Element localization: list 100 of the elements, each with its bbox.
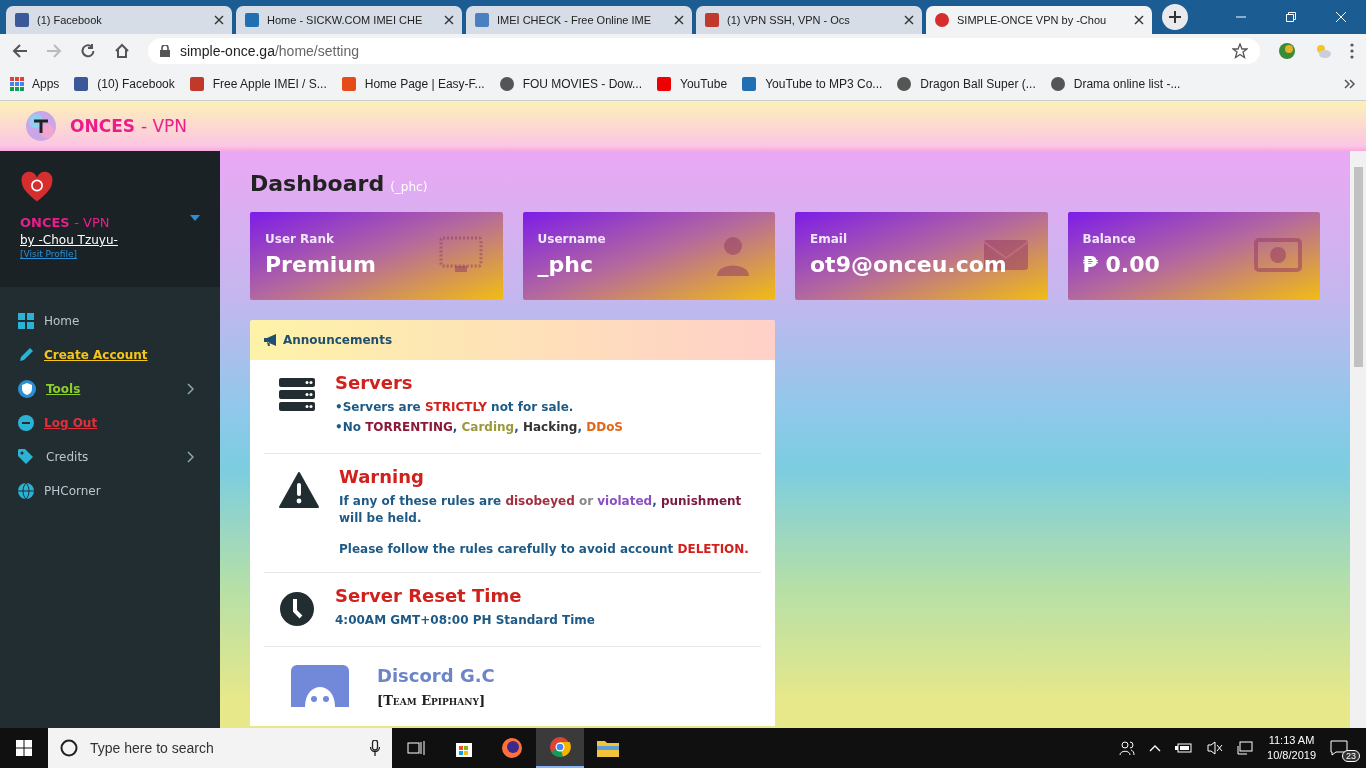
announcement-text: 4:00AM GMT+08:00 PH Standard Time [335, 612, 595, 629]
stat-label: User Rank [265, 232, 334, 246]
back-arrow-icon[interactable] [12, 43, 28, 59]
bookmark[interactable]: (10) Facebook [73, 76, 175, 92]
site-icon [741, 76, 758, 92]
stat-label: Balance [1082, 232, 1136, 246]
stat-value: ot9@onceu.com [810, 252, 1007, 277]
browser-tab[interactable]: SIMPLE-ONCE VPN by -Chou [926, 6, 1152, 34]
folder-icon [597, 739, 619, 757]
site-icon [14, 12, 30, 28]
announcement-text: •No TORRENTING, Carding, Hacking, DDoS [335, 419, 623, 436]
tiles-icon [18, 312, 34, 329]
star-icon[interactable] [1232, 43, 1248, 59]
browser-tab[interactable]: IMEI CHECK - Free Online IME [466, 6, 692, 34]
page-title: Dashboard [250, 171, 385, 196]
bookmark[interactable]: Apps [10, 77, 60, 91]
stat-label: Username [537, 232, 606, 246]
profile-name: ONCES - VPN [20, 215, 110, 230]
close-icon[interactable] [1134, 15, 1144, 25]
profile-author-link[interactable]: by -Chou Tzuyu- [20, 233, 118, 247]
search-field[interactable]: Type here to search [48, 728, 392, 768]
clock[interactable]: 11:13 AM 10/8/2019 [1267, 733, 1316, 763]
site-icon [244, 12, 260, 28]
shield-icon [18, 379, 36, 398]
site-icon [474, 12, 490, 28]
announcement-text: Please follow the rules carefully to avoid account DELETION. [339, 541, 750, 558]
network-icon[interactable] [1237, 741, 1254, 755]
extension-globe-icon[interactable] [1278, 42, 1296, 60]
site-icon [934, 12, 950, 28]
sidebar-item[interactable]: PHCorner [0, 481, 220, 500]
new-tab-button[interactable] [1162, 4, 1188, 30]
bookmark[interactable]: Dragon Ball Super (... [896, 76, 1036, 92]
server-icon [279, 378, 315, 412]
bookmark[interactable]: YouTube to MP3 Co... [741, 76, 883, 92]
close-icon[interactable] [214, 15, 224, 25]
stat-value: ₱ 0.00 [1082, 252, 1160, 277]
scrollbar[interactable] [1350, 151, 1366, 728]
announcement-text: •Servers are STRICTLY not for sale. [335, 399, 575, 416]
megaphone-icon [264, 334, 278, 346]
address-bar[interactable]: simple-once.ga/home/setting [148, 38, 1260, 64]
stat-value: _phc [537, 252, 593, 277]
section-heading: Discord G.C [377, 665, 495, 686]
sidebar-item[interactable]: Tools [0, 379, 220, 398]
announcement-text: If any of these rules are disobeyed or violated, punishment will be held. [339, 493, 743, 527]
close-icon[interactable] [674, 15, 684, 25]
section-heading: Servers [335, 372, 414, 393]
reload-icon[interactable] [80, 43, 96, 59]
bookmark[interactable]: Drama online list -... [1049, 76, 1181, 92]
fox-globe-icon [501, 737, 523, 759]
clock-icon [279, 591, 315, 627]
caret-down-icon[interactable] [190, 215, 200, 221]
site-icon [704, 12, 720, 28]
battery-icon[interactable] [1175, 742, 1194, 754]
warning-icon [279, 472, 319, 508]
site-icon [896, 76, 913, 92]
chrome-wheel-icon [549, 736, 571, 758]
home-icon[interactable] [114, 43, 130, 59]
site-icon [656, 76, 672, 92]
people-icon[interactable] [1119, 740, 1136, 756]
restore-icon[interactable] [1286, 12, 1296, 22]
bookmark[interactable]: Home Page | Easy-F... [340, 76, 485, 92]
task-view-icon [407, 740, 425, 756]
microphone-icon[interactable] [370, 740, 380, 756]
logo-icon [24, 109, 58, 143]
site-icon [1049, 76, 1066, 92]
minus-circle-icon [18, 414, 34, 431]
tag-icon [18, 448, 36, 465]
visit-profile-link[interactable]: [Visit Profile] [20, 249, 78, 259]
site-icon [73, 76, 90, 92]
plus-icon [1169, 11, 1181, 23]
sidebar-item[interactable]: Home [0, 311, 220, 330]
sidebar-item[interactable]: Create Account [0, 345, 220, 364]
chevrons-icon[interactable] [1344, 79, 1356, 89]
search-icon [60, 739, 78, 757]
speaker-muted-icon[interactable] [1207, 741, 1224, 755]
browser-tab[interactable]: (1) VPN SSH, VPN - Ocs [696, 6, 922, 34]
globe-icon [18, 482, 34, 499]
menu-icon[interactable] [1350, 43, 1354, 59]
site-icon [188, 76, 205, 92]
caret-up-icon[interactable] [1149, 744, 1162, 752]
taskbar-app[interactable] [536, 728, 584, 768]
browser-tab[interactable]: Home - SICKW.COM IMEI CHE [236, 6, 462, 34]
lock-icon [160, 45, 170, 57]
section-heading: Warning [339, 466, 425, 487]
announcement-text: [Team Epiphany] [377, 692, 487, 709]
discord-logo-icon [291, 665, 349, 707]
bookmark[interactable]: Free Apple IMEI / S... [188, 76, 327, 92]
apps-grid-icon [10, 77, 24, 91]
windows-logo-icon [16, 740, 32, 756]
stat-value: Premium [265, 252, 376, 277]
close-icon[interactable] [904, 15, 914, 25]
bookmark[interactable]: YouTube [656, 76, 728, 92]
sidebar-item[interactable]: Credits [0, 447, 220, 466]
browser-tab[interactable]: (1) Facebook [6, 6, 232, 34]
bookmark[interactable]: FOU MOVIES - Dow... [498, 76, 642, 92]
section-heading: Server Reset Time [335, 585, 523, 606]
close-icon[interactable] [444, 15, 454, 25]
card-title: Announcements [283, 333, 393, 347]
site-icon [498, 76, 515, 92]
site-icon [340, 76, 357, 92]
